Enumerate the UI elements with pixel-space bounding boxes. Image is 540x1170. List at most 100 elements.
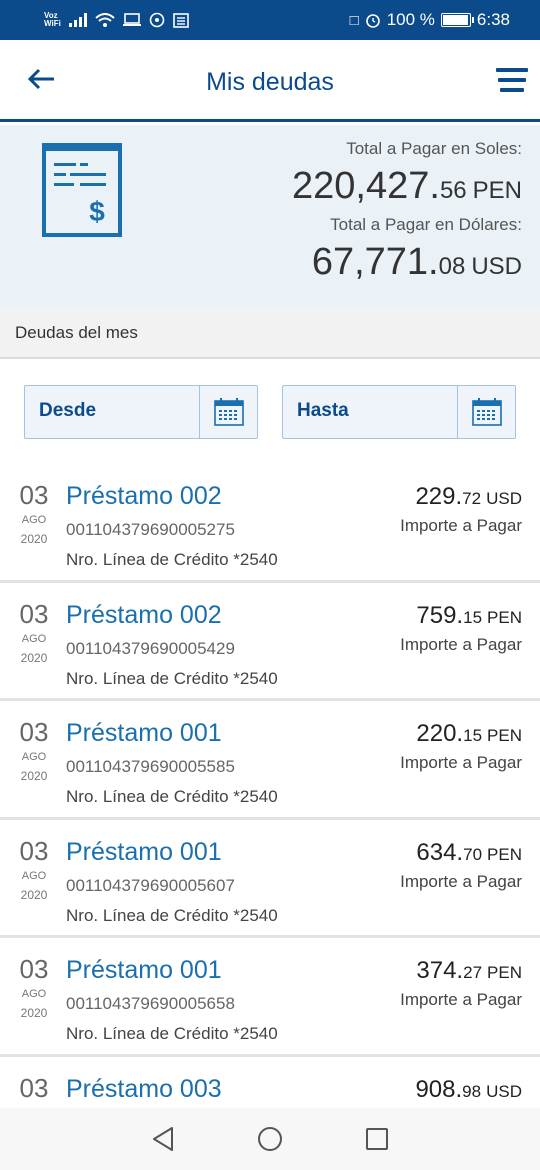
soles-currency: PEN bbox=[472, 177, 522, 204]
debt-credit-line: Nro. Línea de Crédito *2540 bbox=[66, 787, 278, 806]
debt-amount-decimal: 70 bbox=[463, 844, 483, 864]
from-date-label: Desde bbox=[39, 400, 97, 421]
to-calendar-button[interactable] bbox=[457, 386, 515, 438]
dolares-amount-integer: 67,771. bbox=[311, 241, 439, 283]
debt-amount-label: Importe a Pagar bbox=[400, 990, 522, 1009]
debt-list: 03 AGO 2020 Préstamo 002 001104379690005… bbox=[0, 464, 540, 1170]
debt-amount: 634.70 PEN bbox=[416, 839, 522, 867]
bill-document-icon: $ bbox=[42, 143, 122, 237]
debt-account-number: 001104379690005429 bbox=[66, 638, 235, 658]
carrier-bottom-text: WiFi bbox=[44, 19, 61, 28]
from-calendar-button[interactable] bbox=[199, 386, 257, 438]
debt-title: Préstamo 001 bbox=[66, 719, 222, 747]
to-date-field[interactable]: Hasta bbox=[282, 385, 516, 439]
debt-title: Préstamo 002 bbox=[66, 600, 222, 629]
debt-amount-label: Importe a Pagar bbox=[400, 753, 522, 772]
debt-currency: USD bbox=[486, 489, 522, 508]
nav-home-button[interactable] bbox=[255, 1124, 285, 1154]
debt-credit-line: Nro. Línea de Crédito *2540 bbox=[66, 905, 278, 925]
battery-icon bbox=[440, 13, 474, 27]
debt-year: 2020 bbox=[20, 769, 48, 783]
dolares-currency: USD bbox=[471, 253, 522, 280]
debt-row[interactable]: 03 AGO 2020 Préstamo 002 001104379690005… bbox=[0, 464, 540, 583]
menu-button[interactable] bbox=[496, 68, 528, 96]
battery-fill bbox=[442, 15, 468, 25]
debt-currency: PEN bbox=[487, 844, 522, 864]
soles-amount-integer: 220,427. bbox=[292, 165, 440, 207]
debt-month: AGO bbox=[21, 514, 47, 526]
debt-day: 03 bbox=[19, 717, 49, 747]
system-nav-bar bbox=[0, 1108, 540, 1170]
debt-amount-decimal: 98 bbox=[462, 1081, 482, 1101]
debt-amount-label: Importe a Pagar bbox=[400, 871, 522, 891]
debt-year: 2020 bbox=[20, 887, 48, 902]
debt-amount-label: Importe a Pagar bbox=[400, 634, 522, 654]
dolares-amount-decimal: 08 bbox=[438, 253, 466, 280]
clock-text: 6:38 bbox=[476, 10, 510, 29]
debt-amount-integer: 759. bbox=[416, 601, 464, 629]
debt-amount-decimal: 15 bbox=[463, 726, 483, 745]
debt-day: 03 bbox=[19, 1072, 49, 1103]
wifi-icon bbox=[95, 12, 115, 27]
app-header: Mis deudas bbox=[0, 40, 540, 122]
section-title: Deudas del mes bbox=[0, 307, 540, 359]
debt-account-number: 001104379690005658 bbox=[66, 994, 235, 1013]
debt-amount-integer: 374. bbox=[416, 957, 464, 984]
status-bar-left: Voz WiFi bbox=[44, 12, 189, 28]
signal-icon bbox=[68, 13, 87, 27]
debt-amount: 908.98 USD bbox=[415, 1076, 522, 1104]
debt-year: 2020 bbox=[20, 532, 48, 546]
svg-text:$: $ bbox=[89, 196, 105, 227]
from-date-field[interactable]: Desde bbox=[24, 385, 258, 439]
dolares-label: Total a Pagar en Dólares: bbox=[330, 215, 522, 234]
circle-home-icon bbox=[257, 1127, 282, 1151]
debt-month: AGO bbox=[21, 632, 47, 645]
debt-amount-integer: 634. bbox=[416, 838, 464, 866]
debt-title: Préstamo 003 bbox=[66, 1074, 222, 1103]
debt-day: 03 bbox=[19, 598, 49, 629]
page-title: Mis deudas bbox=[206, 68, 334, 96]
status-bar-right: □ 100 % 6:38 bbox=[350, 10, 510, 30]
debt-amount: 229.72 USD bbox=[415, 483, 522, 511]
debt-amount-integer: 908. bbox=[415, 1075, 463, 1103]
alarm-icon bbox=[365, 14, 380, 28]
debt-amount-decimal: 72 bbox=[462, 489, 482, 508]
square-recent-icon bbox=[365, 1128, 388, 1150]
whatsapp-icon bbox=[149, 12, 165, 28]
dolares-amount: 67,771.08 USD bbox=[312, 241, 522, 284]
debt-amount: 374.27 PEN bbox=[416, 957, 522, 985]
nav-recent-button[interactable] bbox=[362, 1124, 392, 1154]
debt-year: 2020 bbox=[20, 650, 48, 665]
laptop-icon bbox=[122, 13, 141, 26]
hamburger-menu-icon bbox=[496, 68, 528, 72]
debt-account-number: 001104379690005585 bbox=[66, 757, 235, 776]
soles-amount-decimal: 56 bbox=[439, 177, 467, 204]
nfc-icon: □ bbox=[349, 11, 359, 29]
news-icon bbox=[173, 12, 189, 28]
debt-title: Préstamo 002 bbox=[66, 482, 222, 510]
debt-amount-decimal: 15 bbox=[463, 607, 483, 627]
debt-row[interactable]: 03 AGO 2020 Préstamo 002 001104379690005… bbox=[0, 583, 540, 701]
debt-currency: USD bbox=[486, 1081, 522, 1101]
debt-row[interactable]: 03 AGO 2020 Préstamo 001 001104379690005… bbox=[0, 820, 540, 938]
debt-row[interactable]: 03 AGO 2020 Préstamo 001 001104379690005… bbox=[0, 938, 540, 1057]
calendar-icon bbox=[213, 398, 244, 426]
debt-amount-integer: 229. bbox=[415, 483, 463, 510]
debt-year: 2020 bbox=[20, 1006, 48, 1020]
debt-day: 03 bbox=[19, 835, 49, 866]
battery-percent-text: 100 % bbox=[386, 10, 435, 29]
to-date-label: Hasta bbox=[297, 400, 349, 421]
debt-currency: PEN bbox=[487, 963, 522, 982]
debt-account-number: 001104379690005607 bbox=[66, 875, 235, 895]
debt-credit-line: Nro. Línea de Crédito *2540 bbox=[66, 550, 278, 569]
debt-credit-line: Nro. Línea de Crédito *2540 bbox=[66, 1024, 278, 1043]
debt-currency: PEN bbox=[487, 607, 522, 627]
voz-wifi-indicator: Voz WiFi bbox=[44, 12, 61, 28]
debt-month: AGO bbox=[21, 988, 47, 1000]
nav-back-button[interactable] bbox=[148, 1124, 178, 1154]
soles-label: Total a Pagar en Soles: bbox=[346, 139, 522, 158]
debt-amount: 759.15 PEN bbox=[416, 602, 522, 630]
debt-row[interactable]: 03 AGO 2020 Préstamo 001 001104379690005… bbox=[0, 701, 540, 820]
debt-amount-integer: 220. bbox=[416, 720, 464, 747]
debt-amount-label: Importe a Pagar bbox=[400, 516, 522, 535]
